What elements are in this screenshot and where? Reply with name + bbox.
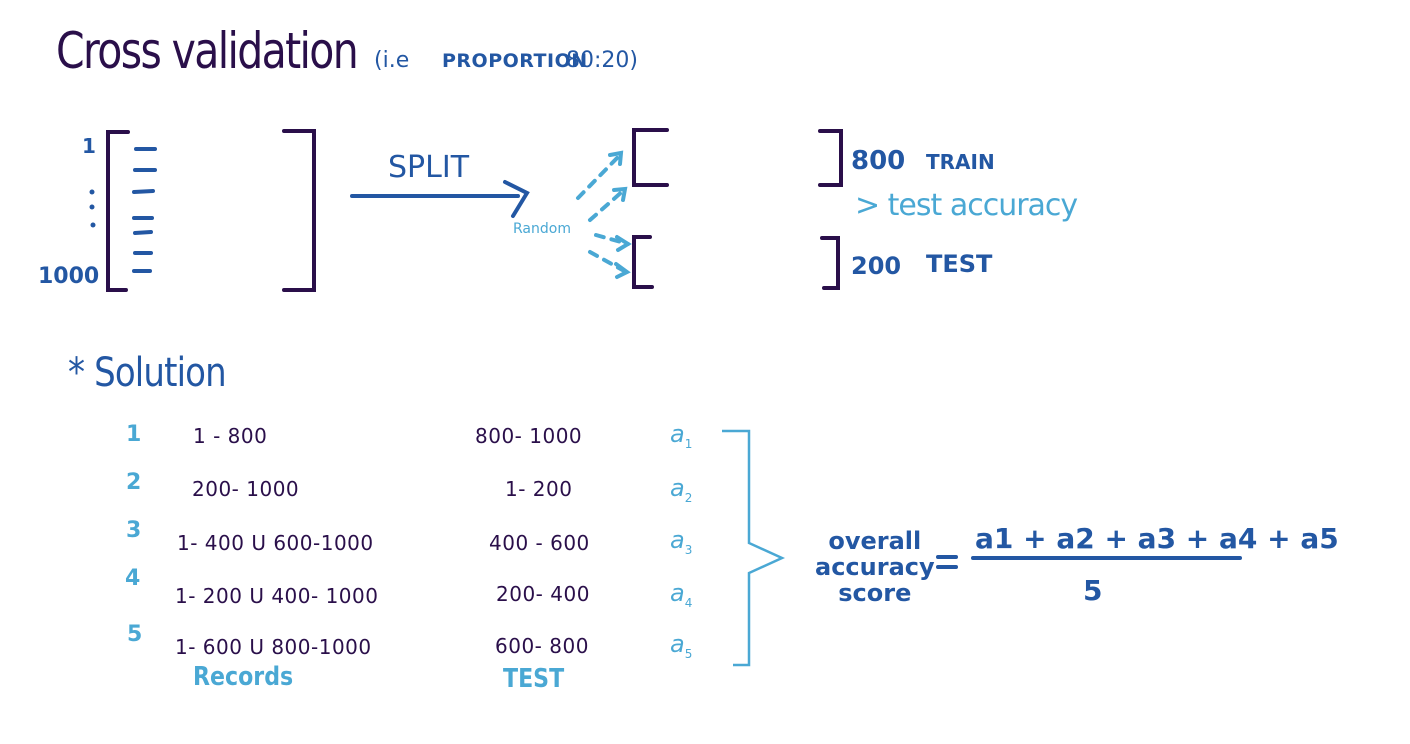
label-line-overall: overall	[828, 527, 922, 555]
equals-sign	[936, 555, 958, 569]
accuracy-subscript: 5	[684, 646, 693, 661]
accuracy-symbol: a	[670, 420, 685, 448]
fold-test-records: 600- 800	[495, 634, 589, 658]
fold-test-records: 1- 200	[505, 477, 573, 501]
test-bracket-left	[632, 235, 654, 289]
accuracy-symbol: a	[670, 526, 685, 554]
random-arrows	[576, 153, 630, 274]
fold-accuracy: a4	[670, 579, 692, 610]
label-line-accuracy: accuracy	[815, 553, 935, 581]
test-label: TEST	[926, 250, 993, 278]
accuracy-subscript: 4	[684, 595, 693, 610]
fold-train-records: 1- 400 U 600-1000	[177, 531, 374, 555]
test-accuracy-note: > test accuracy	[855, 188, 1078, 223]
fold-train-records: 1- 600 U 800-1000	[175, 635, 372, 659]
record-dashes	[132, 147, 157, 273]
dataset-bracket-right	[282, 129, 316, 292]
train-count: 800	[851, 146, 906, 176]
test-column-label: TEST	[503, 664, 565, 694]
accuracy-subscript: 1	[684, 436, 693, 451]
fold-accuracy: a5	[670, 630, 692, 661]
accuracy-brace	[722, 429, 786, 667]
split-label: SPLIT	[388, 150, 470, 185]
test-bracket-right	[820, 236, 840, 290]
fold-test-records: 400 - 600	[489, 531, 590, 555]
dataset-first-index: 1	[82, 134, 96, 158]
accuracy-symbol: a	[670, 630, 685, 658]
fold-train-records: 1 - 800	[193, 424, 268, 448]
test-count: 200	[851, 252, 902, 280]
random-arrowheads	[608, 150, 632, 279]
formula-denominator: 5	[1083, 574, 1103, 607]
accuracy-subscript: 3	[684, 542, 693, 557]
train-label: TRAIN	[926, 150, 995, 174]
ellipsis-dots	[89, 189, 96, 228]
overall-accuracy-label: overall accuracy score	[815, 528, 935, 606]
fold-test-records: 200- 400	[496, 582, 590, 606]
split-arrow	[350, 180, 530, 218]
records-column-label: Records	[193, 662, 294, 692]
random-label: Random	[513, 221, 571, 237]
dataset-last-index: 1000	[38, 264, 100, 289]
accuracy-subscript: 2	[684, 490, 693, 505]
dataset-bracket-left	[106, 130, 130, 292]
train-bracket-right	[818, 129, 843, 187]
fold-accuracy: a2	[670, 474, 692, 505]
formula-numerator: a1 + a2 + a3 + a4 + a5	[975, 522, 1339, 555]
fold-index: 3	[126, 518, 142, 543]
fold-index: 1	[126, 422, 142, 447]
accuracy-symbol: a	[670, 579, 685, 607]
label-line-score: score	[838, 579, 912, 607]
fold-index: 5	[127, 622, 143, 647]
fold-index: 4	[125, 566, 141, 591]
fold-index: 2	[126, 470, 142, 495]
fold-train-records: 1- 200 U 400- 1000	[175, 584, 379, 608]
accuracy-symbol: a	[670, 474, 685, 502]
solution-heading: * Solution	[68, 350, 227, 396]
fold-train-records: 200- 1000	[192, 477, 300, 501]
train-bracket-left	[632, 128, 669, 187]
fold-test-records: 800- 1000	[475, 424, 583, 448]
fold-accuracy: a3	[670, 526, 692, 557]
fold-accuracy: a1	[670, 420, 692, 451]
